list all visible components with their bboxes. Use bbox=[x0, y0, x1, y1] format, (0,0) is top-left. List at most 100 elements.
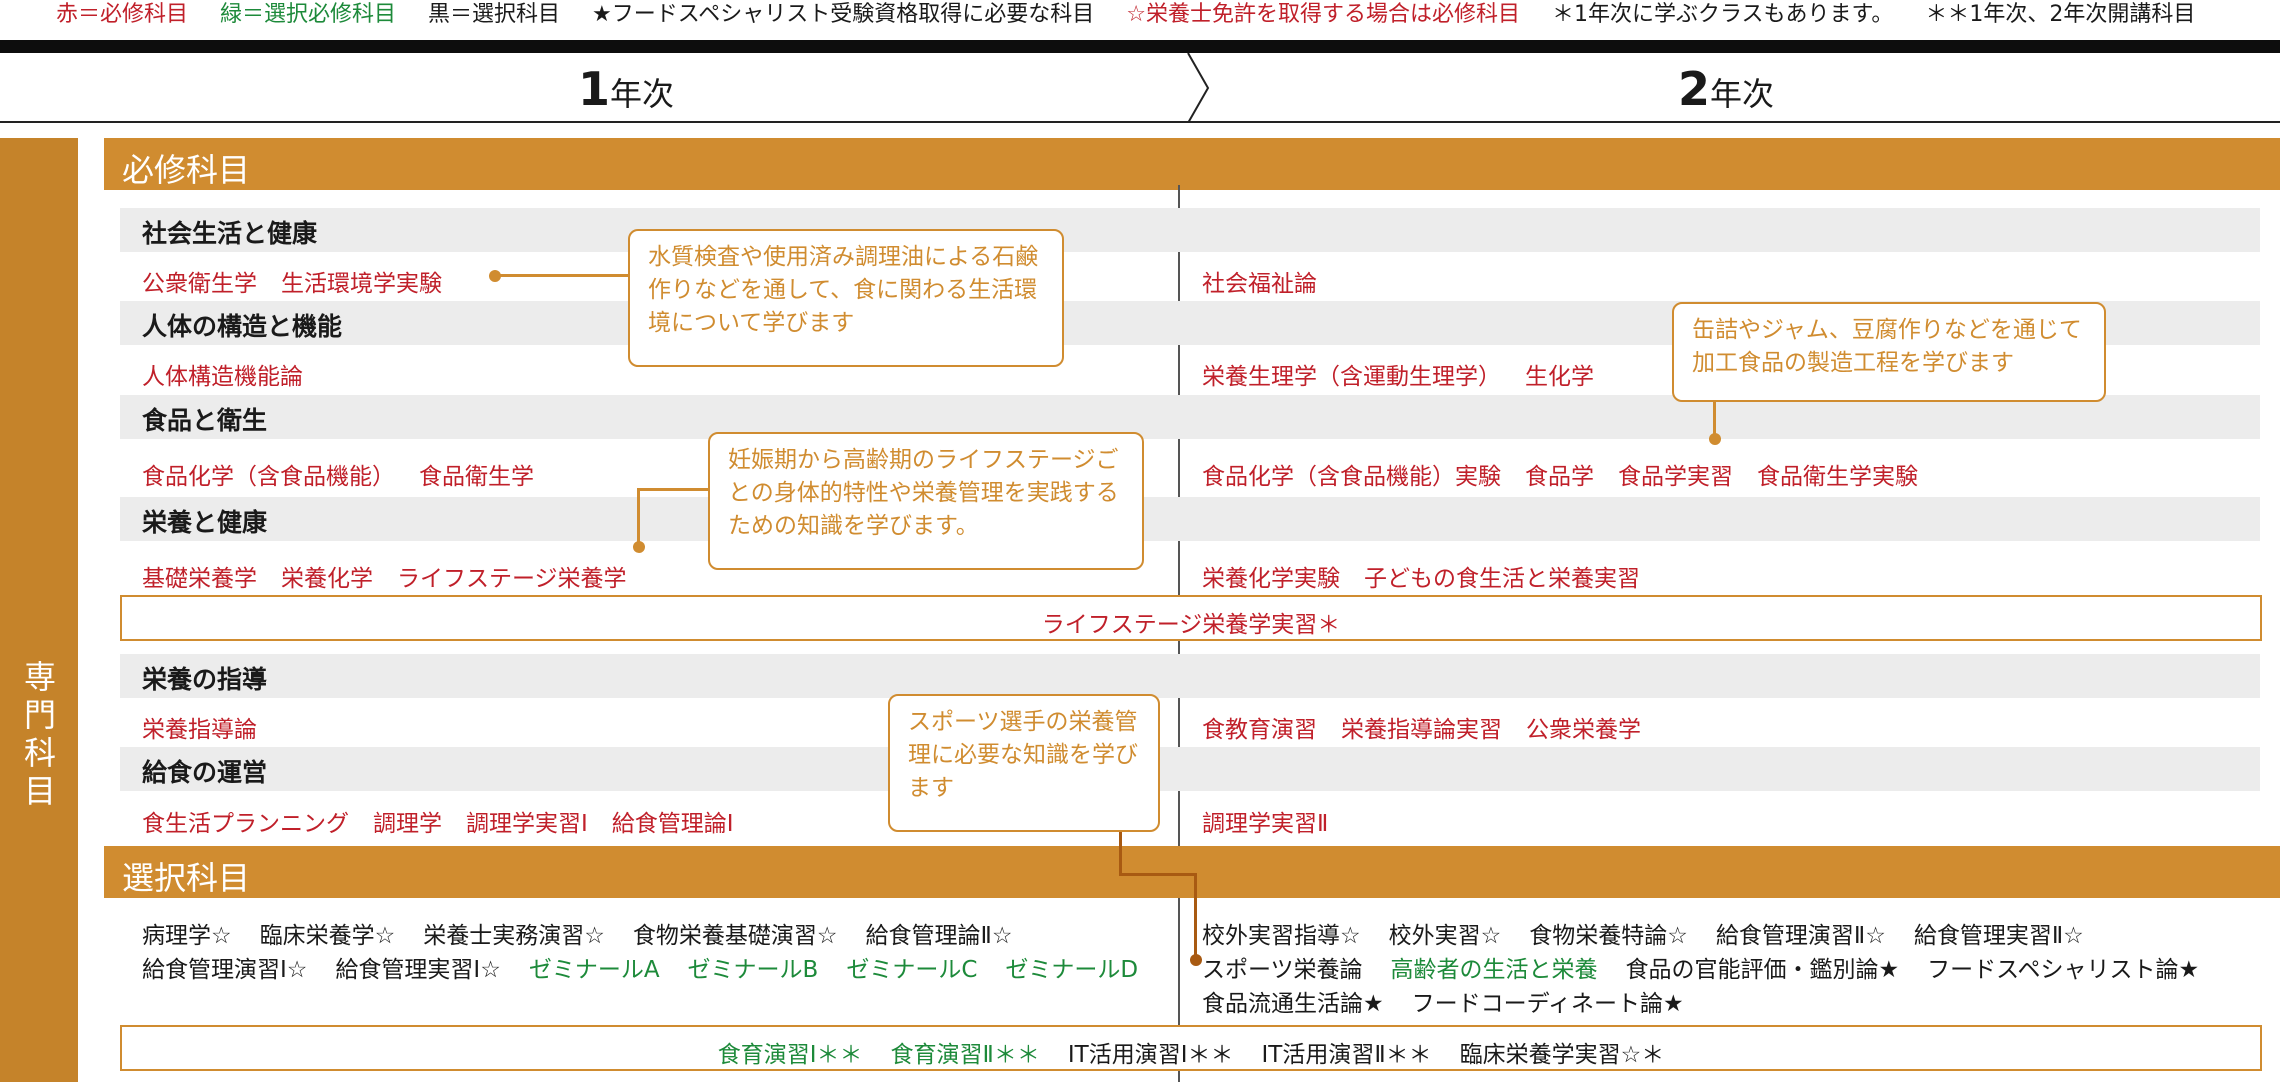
subject-item: 食生活プランニング bbox=[142, 811, 349, 837]
callout-sports-nutrition: スポーツ選手の栄養管理に必要な知識を学びます bbox=[888, 694, 1160, 832]
legend: 赤＝必修科目 緑＝選択必修科目 黒＝選択科目 ★フードスペシャリスト受験資格取得… bbox=[56, 0, 2220, 30]
category-row bbox=[120, 208, 2260, 252]
elective-section-title: 選択科目 bbox=[122, 859, 251, 897]
elective-item: フードスペシャリスト論★ bbox=[1927, 957, 2200, 983]
legend-green: 緑＝選択必修科目 bbox=[220, 2, 397, 27]
subjects-y2-food: 食品化学（含食品機能）実験 食品学 食品学実習 食品衛生学実験 bbox=[1202, 457, 1942, 491]
subject-item: 公衆衛生学 bbox=[142, 271, 257, 297]
subject-item: 食教育演習 bbox=[1202, 717, 1317, 743]
electives-y2-row1: 校外実習指導☆ 校外実習☆ 食物栄養特論☆ 給食管理演習Ⅱ☆ 給食管理実習Ⅱ☆ bbox=[1202, 916, 2112, 950]
subject-item: 食品化学（含食品機能）実験 bbox=[1202, 464, 1501, 490]
callout-anchor-dot bbox=[1709, 433, 1721, 445]
electives-y1-row2: 給食管理演習Ⅰ☆ 給食管理実習Ⅰ☆ ゼミナールA ゼミナールB ゼミナールC ゼミナールD bbox=[142, 950, 1166, 984]
subject-item: 食品衛生学 bbox=[419, 464, 534, 490]
elective-item: 栄養士実務演習☆ bbox=[423, 923, 605, 949]
category-nutrition-guidance: 栄養の指導 bbox=[142, 665, 268, 694]
category-body-structure-function: 人体の構造と機能 bbox=[142, 312, 343, 341]
subject-item: 子どもの食生活と栄養実習 bbox=[1364, 566, 1640, 592]
category-social-life-health: 社会生活と健康 bbox=[142, 219, 318, 248]
legend-whitestar: ☆栄養士免許を取得する場合は必修科目 bbox=[1126, 2, 1520, 27]
elective-item: 臨床栄養学実習☆＊ bbox=[1459, 1042, 1665, 1068]
subject-item: 栄養生理学（含運動生理学） bbox=[1202, 364, 1501, 390]
legend-one-asterisk: ＊1年次に学ぶクラスもあります。 bbox=[1551, 2, 1894, 27]
year-2-heading: 2年次 bbox=[1678, 62, 1774, 116]
elective-item: 食物栄養特論☆ bbox=[1529, 923, 1688, 949]
elective-item: 校外実習☆ bbox=[1388, 923, 1502, 949]
elective-item: 病理学☆ bbox=[142, 923, 232, 949]
callout-anchor-dot bbox=[1190, 954, 1202, 966]
subject-item: 生活環境学実験 bbox=[281, 271, 442, 297]
subject-item: 生化学 bbox=[1525, 364, 1594, 390]
elective-item: 臨床栄養学☆ bbox=[259, 923, 396, 949]
callout-water-quality: 水質検査や使用済み調理油による石鹸作りなどを通して、食に関わる生活環境について学… bbox=[628, 229, 1064, 367]
subject-item: 栄養指導論 bbox=[142, 717, 257, 743]
year-2-number: 2 bbox=[1678, 62, 1711, 116]
elective-item: IT活用演習Ⅱ＊＊ bbox=[1261, 1042, 1432, 1068]
subjects-y2-guidance: 食教育演習 栄養指導論実習 公衆栄養学 bbox=[1202, 710, 1665, 744]
subjects-y1-foodservice: 食生活プランニング 調理学 調理学実習Ⅰ 給食管理論Ⅰ bbox=[142, 804, 758, 838]
electives-y1-row1: 病理学☆ 臨床栄養学☆ 栄養士実務演習☆ 食物栄養基礎演習☆ 給食管理論Ⅱ☆ bbox=[142, 916, 1040, 950]
subjects-y2-nutrition: 栄養化学実験 子どもの食生活と栄養実習 bbox=[1202, 559, 1664, 593]
subject-item: 食品学実習 bbox=[1618, 464, 1733, 490]
cross-year-electives-box: 食育演習Ⅰ＊＊ 食育演習Ⅱ＊＊ IT活用演習Ⅰ＊＊ IT活用演習Ⅱ＊＊ 臨床栄養学実習☆… bbox=[120, 1025, 2262, 1071]
elective-item: 食品流通生活論★ bbox=[1202, 991, 1384, 1017]
subject-item: 給食管理論Ⅰ bbox=[611, 811, 734, 837]
subject-item: 食品衛生学実験 bbox=[1757, 464, 1918, 490]
subject-item: 食品学 bbox=[1525, 464, 1594, 490]
lifestage-practicum-box: ライフステージ栄養学実習＊ bbox=[120, 595, 2262, 641]
elective-item: 食品の官能評価・鑑別論★ bbox=[1625, 957, 1900, 983]
legend-red: 赤＝必修科目 bbox=[56, 2, 189, 27]
category-food-service-management: 給食の運営 bbox=[142, 758, 268, 787]
header-bar bbox=[0, 40, 2280, 53]
year-1-number: 1 bbox=[578, 62, 611, 116]
category-row bbox=[120, 654, 2260, 698]
elective-item: 食物栄養基礎演習☆ bbox=[632, 923, 838, 949]
legend-star: ★フードスペシャリスト受験資格取得に必要な科目 bbox=[592, 2, 1095, 27]
elective-item: ゼミナールA bbox=[528, 957, 660, 983]
subject-item: 調理学 bbox=[373, 811, 442, 837]
specialty-side-label: 専門科目 bbox=[23, 658, 56, 810]
specialty-side-bar: 専門科目 bbox=[0, 138, 78, 1082]
elective-item: フードコーディネート論★ bbox=[1411, 991, 1684, 1017]
elective-item: スポーツ栄養論 bbox=[1202, 957, 1363, 983]
elective-item: 校外実習指導☆ bbox=[1202, 923, 1361, 949]
elective-item: IT活用演習Ⅰ＊＊ bbox=[1067, 1042, 1234, 1068]
subject-item: 調理学実習Ⅰ bbox=[466, 811, 588, 837]
elective-item: ゼミナールB bbox=[687, 957, 819, 983]
subject-item: 社会福祉論 bbox=[1202, 271, 1317, 297]
subjects-y1-body: 人体構造機能論 bbox=[142, 357, 327, 391]
year-underline bbox=[0, 121, 2280, 123]
year-1-heading: 1年次 bbox=[578, 62, 674, 116]
category-food-hygiene: 食品と衛生 bbox=[142, 406, 268, 435]
elective-item: 食育演習Ⅰ＊＊ bbox=[717, 1042, 863, 1068]
elective-item: 給食管理演習Ⅰ☆ bbox=[142, 957, 308, 983]
subjects-y1-social: 公衆衛生学 生活環境学実験 bbox=[142, 264, 466, 298]
legend-two-asterisk: ＊＊1年次、2年次開講科目 bbox=[1925, 2, 2196, 27]
elective-item: ゼミナールC bbox=[846, 957, 978, 983]
elective-item: 高齢者の生活と栄養 bbox=[1390, 957, 1598, 983]
subject-item: 食品化学（含食品機能） bbox=[142, 464, 395, 490]
callout-connector bbox=[1119, 832, 1122, 875]
subject-item: 人体構造機能論 bbox=[142, 364, 303, 390]
subject-item: 栄養指導論実習 bbox=[1341, 717, 1502, 743]
callout-canned-foods: 缶詰やジャム、豆腐作りなどを通じて加工食品の製造工程を学びます bbox=[1672, 302, 2106, 402]
electives-y2-row2: スポーツ栄養論 高齢者の生活と栄養 食品の官能評価・鑑別論★ フードスペシャリスト論★ bbox=[1202, 950, 2227, 984]
subject-item: 公衆栄養学 bbox=[1526, 717, 1641, 743]
year-1-suffix: 年次 bbox=[610, 75, 675, 113]
subject-item: 栄養化学 bbox=[281, 566, 373, 592]
elective-item: 食育演習Ⅱ＊＊ bbox=[890, 1042, 1040, 1068]
category-row bbox=[120, 747, 2260, 791]
subjects-y2-social: 社会福祉論 bbox=[1202, 264, 1341, 298]
elective-item: 給食管理実習Ⅰ☆ bbox=[335, 957, 501, 983]
legend-black: 黒＝選択科目 bbox=[428, 2, 561, 27]
year-2-suffix: 年次 bbox=[1710, 75, 1775, 113]
callout-connector bbox=[1194, 873, 1197, 959]
subjects-y1-food: 食品化学（含食品機能） 食品衛生学 bbox=[142, 457, 558, 491]
category-row bbox=[120, 497, 2260, 541]
elective-item: 給食管理演習Ⅱ☆ bbox=[1715, 923, 1886, 949]
cross-year-electives: 食育演習Ⅰ＊＊ 食育演習Ⅱ＊＊ IT活用演習Ⅰ＊＊ IT活用演習Ⅱ＊＊ 臨床栄養学実習☆… bbox=[122, 1035, 2260, 1069]
year-divider-chevron-icon bbox=[1187, 53, 1210, 123]
callout-connector bbox=[494, 274, 630, 277]
elective-item: 給食管理論Ⅱ☆ bbox=[865, 923, 1013, 949]
callout-anchor-dot bbox=[489, 270, 501, 282]
